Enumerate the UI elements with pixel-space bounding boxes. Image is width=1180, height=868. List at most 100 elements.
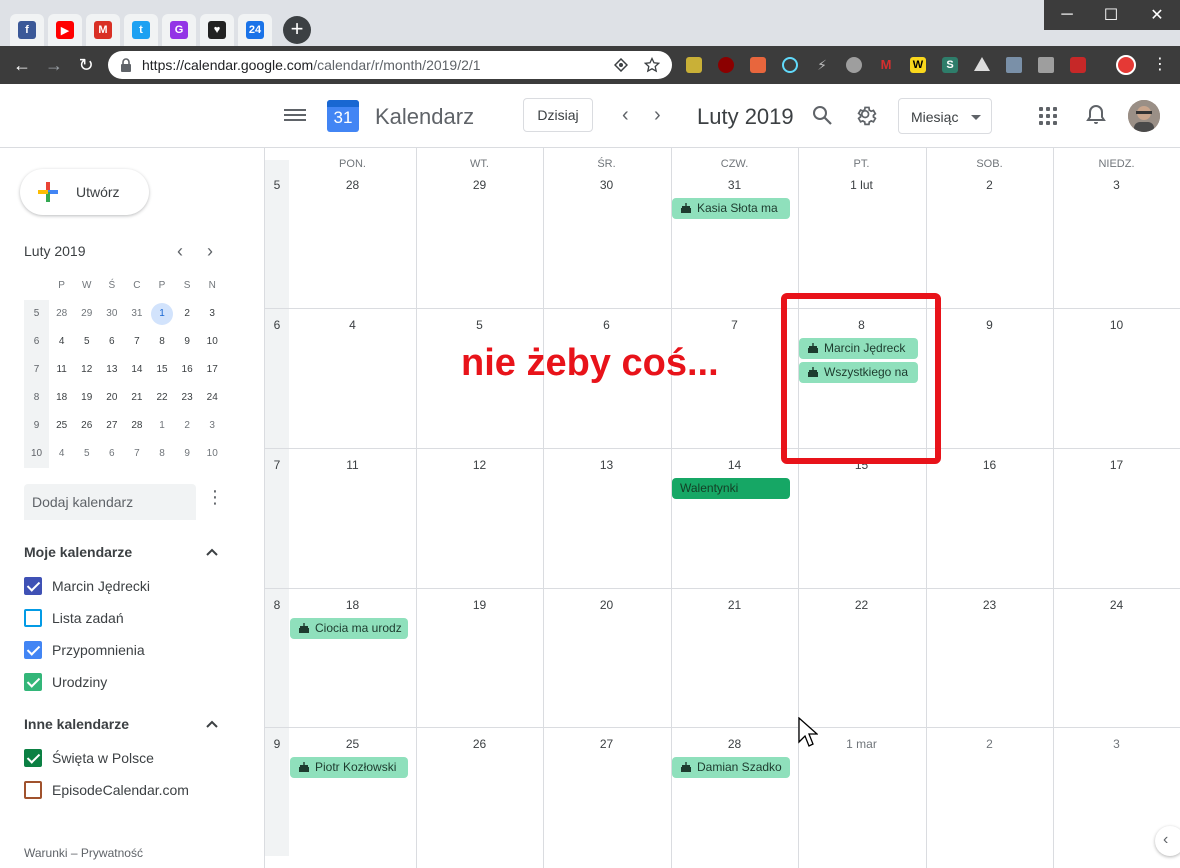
mini-day[interactable]: 16 — [175, 356, 200, 384]
lightning-icon[interactable]: ⚡ — [814, 57, 830, 73]
mini-day[interactable]: 1 — [149, 412, 174, 440]
new-tab-button[interactable]: + — [283, 16, 311, 44]
browser-tab[interactable]: ♥ — [200, 14, 234, 46]
extension-icon[interactable]: M — [878, 57, 894, 73]
mini-day[interactable]: 30 — [99, 300, 124, 328]
day-number[interactable]: 28 — [671, 737, 798, 751]
mini-day[interactable]: 4 — [49, 440, 74, 468]
birthday-event[interactable]: Kasia Słota ma — [672, 198, 790, 219]
day-number[interactable]: 9 — [926, 318, 1053, 332]
day-number[interactable]: 17 — [1053, 458, 1180, 472]
day-number[interactable]: 21 — [671, 598, 798, 612]
day-number[interactable]: 3 — [1053, 737, 1180, 751]
mini-day[interactable]: 8 — [149, 328, 174, 356]
other-calendars-title[interactable]: Inne kalendarze — [24, 716, 129, 732]
calendar-checkbox[interactable] — [24, 673, 42, 691]
mini-day[interactable]: 28 — [49, 300, 74, 328]
calendar-checkbox[interactable] — [24, 749, 42, 767]
mini-day[interactable]: 6 — [99, 440, 124, 468]
day-number[interactable]: 3 — [1053, 178, 1180, 192]
my-calendars-title[interactable]: Moje kalendarze — [24, 544, 132, 560]
mini-day[interactable]: 25 — [49, 412, 74, 440]
flash-blocked-icon[interactable] — [1070, 57, 1086, 73]
avatar[interactable] — [1128, 100, 1160, 132]
today-button[interactable]: Dzisiaj — [523, 98, 593, 132]
view-select[interactable]: Miesiąc — [898, 98, 992, 134]
side-panel-toggle-icon[interactable]: ‹ — [1155, 826, 1180, 856]
mini-day[interactable]: 3 — [200, 300, 225, 328]
mini-day[interactable]: 27 — [99, 412, 124, 440]
day-number[interactable]: 6 — [543, 318, 670, 332]
browser-tab[interactable]: ▶ — [48, 14, 82, 46]
mini-prev-icon[interactable]: ‹ — [177, 242, 183, 260]
mini-day[interactable]: 10 — [200, 328, 225, 356]
mini-day[interactable]: 5 — [74, 440, 99, 468]
calendar-logo[interactable]: 31 — [327, 100, 359, 132]
day-number[interactable]: 19 — [416, 598, 543, 612]
search-icon[interactable] — [811, 104, 833, 126]
bookmark-star-icon[interactable] — [644, 57, 660, 73]
notifications-bell-icon[interactable] — [1086, 104, 1106, 126]
mini-day[interactable]: 18 — [49, 384, 74, 412]
chevron-up-icon[interactable] — [205, 545, 219, 559]
day-number[interactable]: 4 — [289, 318, 416, 332]
mini-day[interactable]: 7 — [124, 328, 149, 356]
profile-avatar[interactable] — [1116, 55, 1136, 75]
calendar-checkbox[interactable] — [24, 641, 42, 659]
mini-day[interactable]: 21 — [124, 384, 149, 412]
mini-day[interactable]: 22 — [149, 384, 174, 412]
next-month-icon[interactable]: › — [654, 104, 661, 126]
mini-day[interactable]: 28 — [124, 412, 149, 440]
extension-icon[interactable] — [686, 57, 702, 73]
mini-week-number[interactable]: 10 — [24, 440, 50, 468]
day-number[interactable]: 7 — [671, 318, 798, 332]
address-bar[interactable]: https://calendar.google.com/calendar/r/m… — [108, 51, 672, 79]
day-number[interactable]: 30 — [543, 178, 670, 192]
browser-tab[interactable]: t — [124, 14, 158, 46]
mini-day[interactable]: 13 — [99, 356, 124, 384]
extension-icon[interactable] — [974, 57, 990, 71]
day-number[interactable]: 29 — [416, 178, 543, 192]
day-number[interactable]: 14 — [671, 458, 798, 472]
birthday-event[interactable]: Damian Szadko — [672, 757, 790, 778]
mini-day[interactable]: 1 — [149, 300, 174, 328]
week-number[interactable]: 6 — [265, 318, 289, 332]
mini-day[interactable]: 31 — [124, 300, 149, 328]
mini-day[interactable]: 12 — [74, 356, 99, 384]
reload-icon[interactable]: ↻ — [74, 53, 98, 77]
birthday-event[interactable]: Ciocia ma urodz — [290, 618, 408, 639]
mini-day[interactable]: 4 — [49, 328, 74, 356]
gear-icon[interactable] — [855, 104, 877, 126]
day-number[interactable]: 11 — [289, 458, 416, 472]
add-calendar-input[interactable]: Dodaj kalendarz — [24, 484, 196, 520]
mini-day[interactable]: 7 — [124, 440, 149, 468]
day-number[interactable]: 26 — [416, 737, 543, 751]
week-number[interactable]: 8 — [265, 598, 289, 612]
day-number[interactable]: 1 lut — [798, 178, 925, 192]
day-number[interactable]: 16 — [926, 458, 1053, 472]
birthday-event[interactable]: Piotr Kozłowski — [290, 757, 408, 778]
mini-week-number[interactable]: 8 — [24, 384, 50, 412]
create-button[interactable]: Utwórz — [20, 169, 149, 215]
mini-day[interactable]: 20 — [99, 384, 124, 412]
minimize-button[interactable]: ─ — [1044, 0, 1090, 30]
mini-week-number[interactable]: 6 — [24, 328, 50, 356]
mini-day[interactable]: 17 — [200, 356, 225, 384]
mini-day[interactable]: 29 — [74, 300, 99, 328]
day-number[interactable]: 24 — [1053, 598, 1180, 612]
mini-day[interactable]: 2 — [175, 412, 200, 440]
day-number[interactable]: 10 — [1053, 318, 1180, 332]
mini-day[interactable]: 23 — [175, 384, 200, 412]
mini-day[interactable]: 9 — [175, 328, 200, 356]
mini-day[interactable]: 15 — [149, 356, 174, 384]
mini-day[interactable]: 9 — [175, 440, 200, 468]
extension-icon[interactable] — [750, 57, 766, 73]
mini-day[interactable]: 11 — [49, 356, 74, 384]
day-number[interactable]: 27 — [543, 737, 670, 751]
extension-icon[interactable]: W — [910, 57, 926, 73]
mini-day[interactable]: 3 — [200, 412, 225, 440]
calendar-checkbox[interactable] — [24, 609, 42, 627]
day-number[interactable]: 25 — [289, 737, 416, 751]
prev-month-icon[interactable]: ‹ — [622, 104, 629, 126]
holiday-event[interactable]: Walentynki — [672, 478, 790, 499]
